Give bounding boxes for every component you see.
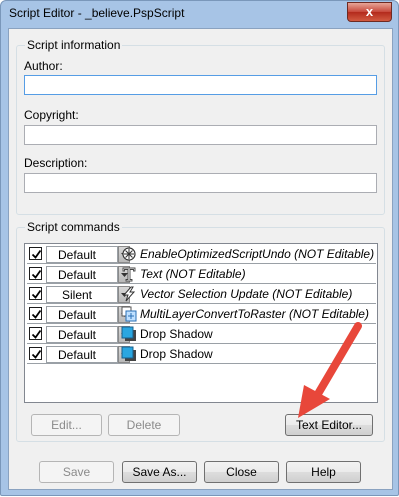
command-name: Vector Selection Update (NOT Editable) xyxy=(140,287,353,301)
command-row[interactable]: Default MultiLayerConvertToRaster (NOT Ed… xyxy=(27,305,376,324)
delete-button[interactable]: Delete xyxy=(108,414,180,436)
description-label: Description: xyxy=(24,156,88,170)
command-name: Drop Shadow xyxy=(140,327,213,341)
vector-selection-icon xyxy=(121,286,137,302)
execution-mode-value: Default xyxy=(57,348,97,362)
execution-mode-dropdown[interactable]: Default xyxy=(46,246,130,263)
execution-mode-value: Default xyxy=(57,248,97,262)
command-name: MultiLayerConvertToRaster (NOT Editable) xyxy=(140,307,369,321)
title-bar[interactable]: Script Editor - _believe.PspScript x xyxy=(1,1,398,25)
window-close-button[interactable]: x xyxy=(347,2,392,22)
dialog-client-area: Script information Author: Copyright: De… xyxy=(8,28,393,490)
checkmark-icon xyxy=(31,269,42,279)
command-enabled-checkbox[interactable] xyxy=(29,327,42,340)
drop-shadow-icon xyxy=(121,326,137,342)
text-editor-button[interactable]: Text Editor... xyxy=(285,414,373,436)
script-commands-list[interactable]: Default EnableOptimizedScriptUndo (NOT Ed… xyxy=(24,243,378,403)
execution-mode-value: Default xyxy=(57,308,97,322)
optimize-icon xyxy=(121,246,137,262)
text-tool-icon xyxy=(121,266,137,282)
author-field[interactable] xyxy=(24,75,377,95)
window-title: Script Editor - _believe.PspScript xyxy=(9,6,185,20)
close-button[interactable]: Close xyxy=(204,461,279,483)
command-enabled-checkbox[interactable] xyxy=(29,267,42,280)
checkmark-icon xyxy=(31,329,42,339)
command-enabled-checkbox[interactable] xyxy=(29,347,42,360)
script-editor-window: Script Editor - _believe.PspScript x Scr… xyxy=(0,0,399,496)
script-information-title: Script information xyxy=(25,38,123,52)
layer-convert-icon xyxy=(121,306,137,322)
save-button[interactable]: Save xyxy=(39,461,114,483)
author-label: Author: xyxy=(24,59,63,73)
command-row[interactable]: Default Text (NOT Editable) xyxy=(27,265,376,284)
copyright-label: Copyright: xyxy=(24,108,79,122)
edit-button[interactable]: Edit... xyxy=(31,414,102,436)
command-row[interactable]: Default EnableOptimizedScriptUndo (NOT Ed… xyxy=(27,245,376,264)
command-name: Text (NOT Editable) xyxy=(140,267,246,281)
command-name: Drop Shadow xyxy=(140,347,213,361)
execution-mode-dropdown[interactable]: Silent xyxy=(46,286,130,303)
execution-mode-value: Default xyxy=(57,328,97,342)
command-name: EnableOptimizedScriptUndo (NOT Editable) xyxy=(140,247,375,261)
execution-mode-value: Default xyxy=(57,268,97,282)
help-button[interactable]: Help xyxy=(286,461,361,483)
command-enabled-checkbox[interactable] xyxy=(29,287,42,300)
description-field[interactable] xyxy=(24,173,377,193)
checkmark-icon xyxy=(31,289,42,299)
command-row[interactable]: Silent Vector Selection Update (NOT Edita… xyxy=(27,285,376,304)
command-row[interactable]: Default Drop Shadow xyxy=(27,345,376,364)
command-row[interactable]: Default Drop Shadow xyxy=(27,325,376,344)
command-enabled-checkbox[interactable] xyxy=(29,307,42,320)
execution-mode-dropdown[interactable]: Default xyxy=(46,326,130,343)
execution-mode-value: Silent xyxy=(61,288,93,302)
close-icon: x xyxy=(365,4,374,19)
execution-mode-dropdown[interactable]: Default xyxy=(46,346,130,363)
copyright-field[interactable] xyxy=(24,125,377,145)
execution-mode-dropdown[interactable]: Default xyxy=(46,266,130,283)
execution-mode-dropdown[interactable]: Default xyxy=(46,306,130,323)
script-commands-title: Script commands xyxy=(25,220,122,234)
command-enabled-checkbox[interactable] xyxy=(29,247,42,260)
checkmark-icon xyxy=(31,249,42,259)
save-as-button[interactable]: Save As... xyxy=(122,461,197,483)
drop-shadow-icon xyxy=(121,346,137,362)
checkmark-icon xyxy=(31,309,42,319)
checkmark-icon xyxy=(31,349,42,359)
